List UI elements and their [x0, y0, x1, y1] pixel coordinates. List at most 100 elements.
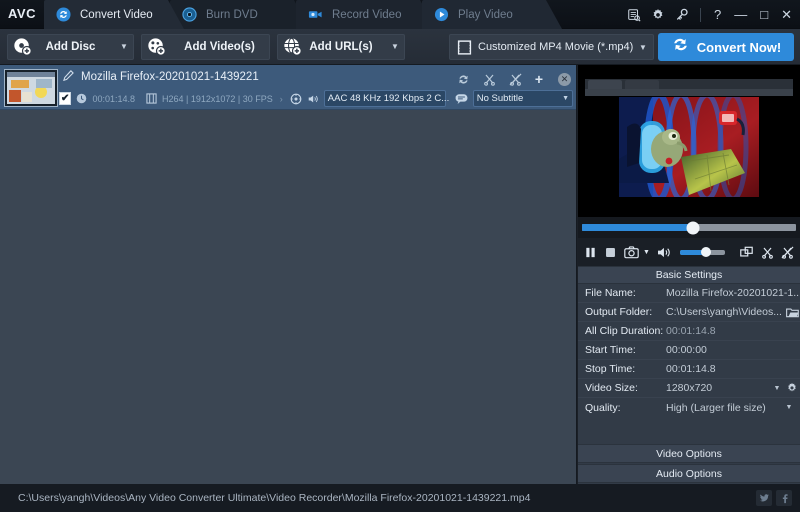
social-links: [756, 490, 792, 506]
add-clip-button[interactable]: +: [535, 71, 543, 87]
add-url-label: Add URL(s): [309, 40, 373, 53]
play-icon: [434, 7, 449, 22]
convert-refresh-icon: [671, 35, 690, 59]
audio-options-button[interactable]: Audio Options: [578, 464, 800, 483]
video-options-button[interactable]: Video Options: [578, 444, 800, 463]
file-checkbox[interactable]: ✔: [59, 92, 72, 105]
setting-row-video-size: Video Size: 1280x720 ▼: [578, 379, 800, 398]
video-thumbnail: [4, 69, 58, 107]
convert-now-button[interactable]: Convert Now!: [658, 33, 794, 61]
chevron-down-icon[interactable]: ▼: [562, 95, 569, 102]
thumbnail-image: [5, 70, 57, 106]
player-controls: ▼: [578, 238, 800, 266]
chevron-down-icon[interactable]: ▼: [386, 42, 404, 51]
tab-convert-video[interactable]: Convert Video: [44, 0, 184, 29]
main-toolbar: Add Disc ▼ Add Video(s) Add URL(s) ▼ Cus…: [0, 29, 800, 65]
twitter-icon[interactable]: [756, 490, 772, 506]
folder-icon[interactable]: [784, 307, 800, 318]
toolbar-divider: [700, 7, 701, 22]
file-title: Mozilla Firefox-20201021-1439221: [81, 71, 259, 83]
chevron-down-icon[interactable]: ▼: [770, 385, 784, 392]
effects-icon[interactable]: [290, 93, 302, 105]
gear-icon[interactable]: [650, 7, 665, 22]
seek-progress: [582, 224, 694, 231]
setting-label: Video Size:: [585, 382, 638, 394]
tab-record-video[interactable]: Record Video: [296, 0, 436, 29]
tab-label: Convert Video: [80, 8, 153, 21]
add-url-button[interactable]: Add URL(s) ▼: [277, 33, 405, 60]
rotate-icon[interactable]: [457, 73, 470, 86]
edit-pencil-icon[interactable]: [63, 70, 74, 84]
log-icon[interactable]: [626, 7, 641, 22]
output-profile-select[interactable]: Customized MP4 Movie (*.mp4) ▼: [449, 34, 654, 60]
add-video-label: Add Video(s): [184, 40, 255, 53]
audio-track-select[interactable]: AAC 48 KHz 192 Kbps 2 C... ▼: [323, 90, 461, 107]
clip-button[interactable]: [761, 246, 774, 259]
setting-label: Quality:: [585, 401, 621, 414]
file-video-info: H264 | 1912x1072 | 30 FPS: [162, 93, 273, 104]
file-row-tools: + ✕: [457, 71, 571, 87]
cut-icon[interactable]: [483, 73, 496, 86]
minimize-button[interactable]: —: [732, 7, 749, 22]
tab-label: Record Video: [332, 8, 402, 21]
file-meta-row: ✔ 00:01:14.8 H264 | 1912x1072 | 30 FPS ›: [59, 89, 573, 108]
fullscreen-button[interactable]: [740, 246, 754, 259]
app-logo: AVC: [8, 6, 36, 21]
setting-value: Mozilla Firefox-20201021-1...: [666, 287, 800, 299]
subtitle-icon: [455, 93, 468, 105]
volume-handle[interactable]: [701, 247, 712, 257]
merge-icon[interactable]: [509, 73, 522, 86]
output-path-text: C:\Users\yangh\Videos\Any Video Converte…: [18, 492, 531, 504]
chevron-down-icon[interactable]: ▼: [633, 43, 653, 52]
basic-settings-header: Basic Settings: [578, 266, 800, 284]
video-preview[interactable]: [578, 65, 800, 217]
setting-row-clip-duration: All Clip Duration: 00:01:14.8: [578, 322, 800, 341]
chevron-down-icon[interactable]: ▼: [115, 42, 133, 51]
add-video-button[interactable]: Add Video(s): [141, 33, 270, 60]
tab-label: Burn DVD: [206, 8, 258, 21]
file-list-item[interactable]: Mozilla Firefox-20201021-1439221 ✔ 00:01…: [0, 65, 576, 110]
stop-button[interactable]: [604, 246, 617, 259]
setting-row-quality: Quality: High (Larger file size) ▼: [578, 398, 800, 417]
add-url-icon: [278, 37, 306, 56]
tab-play-video[interactable]: Play Video: [422, 0, 562, 29]
effect-button[interactable]: [781, 246, 794, 259]
setting-label: File Name:: [585, 287, 636, 299]
setting-row-output-folder: Output Folder: C:\Users\yangh\Videos...: [578, 303, 800, 322]
volume-slider[interactable]: [679, 247, 725, 257]
gear-icon[interactable]: [784, 382, 800, 394]
seek-bar[interactable]: [582, 221, 796, 234]
add-disc-button[interactable]: Add Disc ▼: [7, 33, 134, 60]
clock-icon: [76, 93, 87, 104]
tab-burn-dvd[interactable]: Burn DVD: [170, 0, 310, 29]
pause-button[interactable]: [584, 246, 597, 259]
preview-browser-tab: [625, 80, 659, 89]
seek-handle[interactable]: [686, 221, 700, 234]
window-tools: ? — □ ✕: [626, 0, 794, 29]
setting-label: Start Time:: [585, 344, 636, 356]
file-list: Mozilla Firefox-20201021-1439221 ✔ 00:01…: [0, 65, 577, 484]
setting-value: C:\Users\yangh\Videos...: [666, 306, 782, 318]
snapshot-dropdown[interactable]: ▼: [643, 249, 650, 256]
convert-now-label: Convert Now!: [696, 39, 782, 55]
chevron-down-icon[interactable]: ▼: [782, 404, 796, 411]
setting-value[interactable]: 00:00:00: [666, 344, 800, 356]
close-button[interactable]: ✕: [779, 7, 794, 23]
volume-button[interactable]: [657, 246, 672, 259]
setting-value[interactable]: 00:01:14.8: [666, 363, 800, 375]
preview-browser-tab: [588, 80, 622, 89]
maximize-button[interactable]: □: [758, 7, 770, 22]
film-icon: [450, 39, 478, 56]
add-video-icon: [142, 37, 170, 56]
setting-label: All Clip Duration:: [585, 325, 664, 337]
facebook-icon[interactable]: [776, 490, 792, 506]
add-disc-icon: [8, 37, 36, 56]
key-icon[interactable]: [674, 7, 689, 22]
audio-track-value: AAC 48 KHz 192 Kbps 2 C...: [327, 93, 450, 104]
subtitle-select[interactable]: No Subtitle ▼: [472, 90, 573, 107]
add-disc-label: Add Disc: [45, 40, 96, 53]
help-button[interactable]: ?: [712, 7, 723, 22]
preview-scene: [619, 97, 759, 197]
remove-file-button[interactable]: ✕: [558, 72, 571, 86]
snapshot-button[interactable]: [624, 245, 639, 259]
